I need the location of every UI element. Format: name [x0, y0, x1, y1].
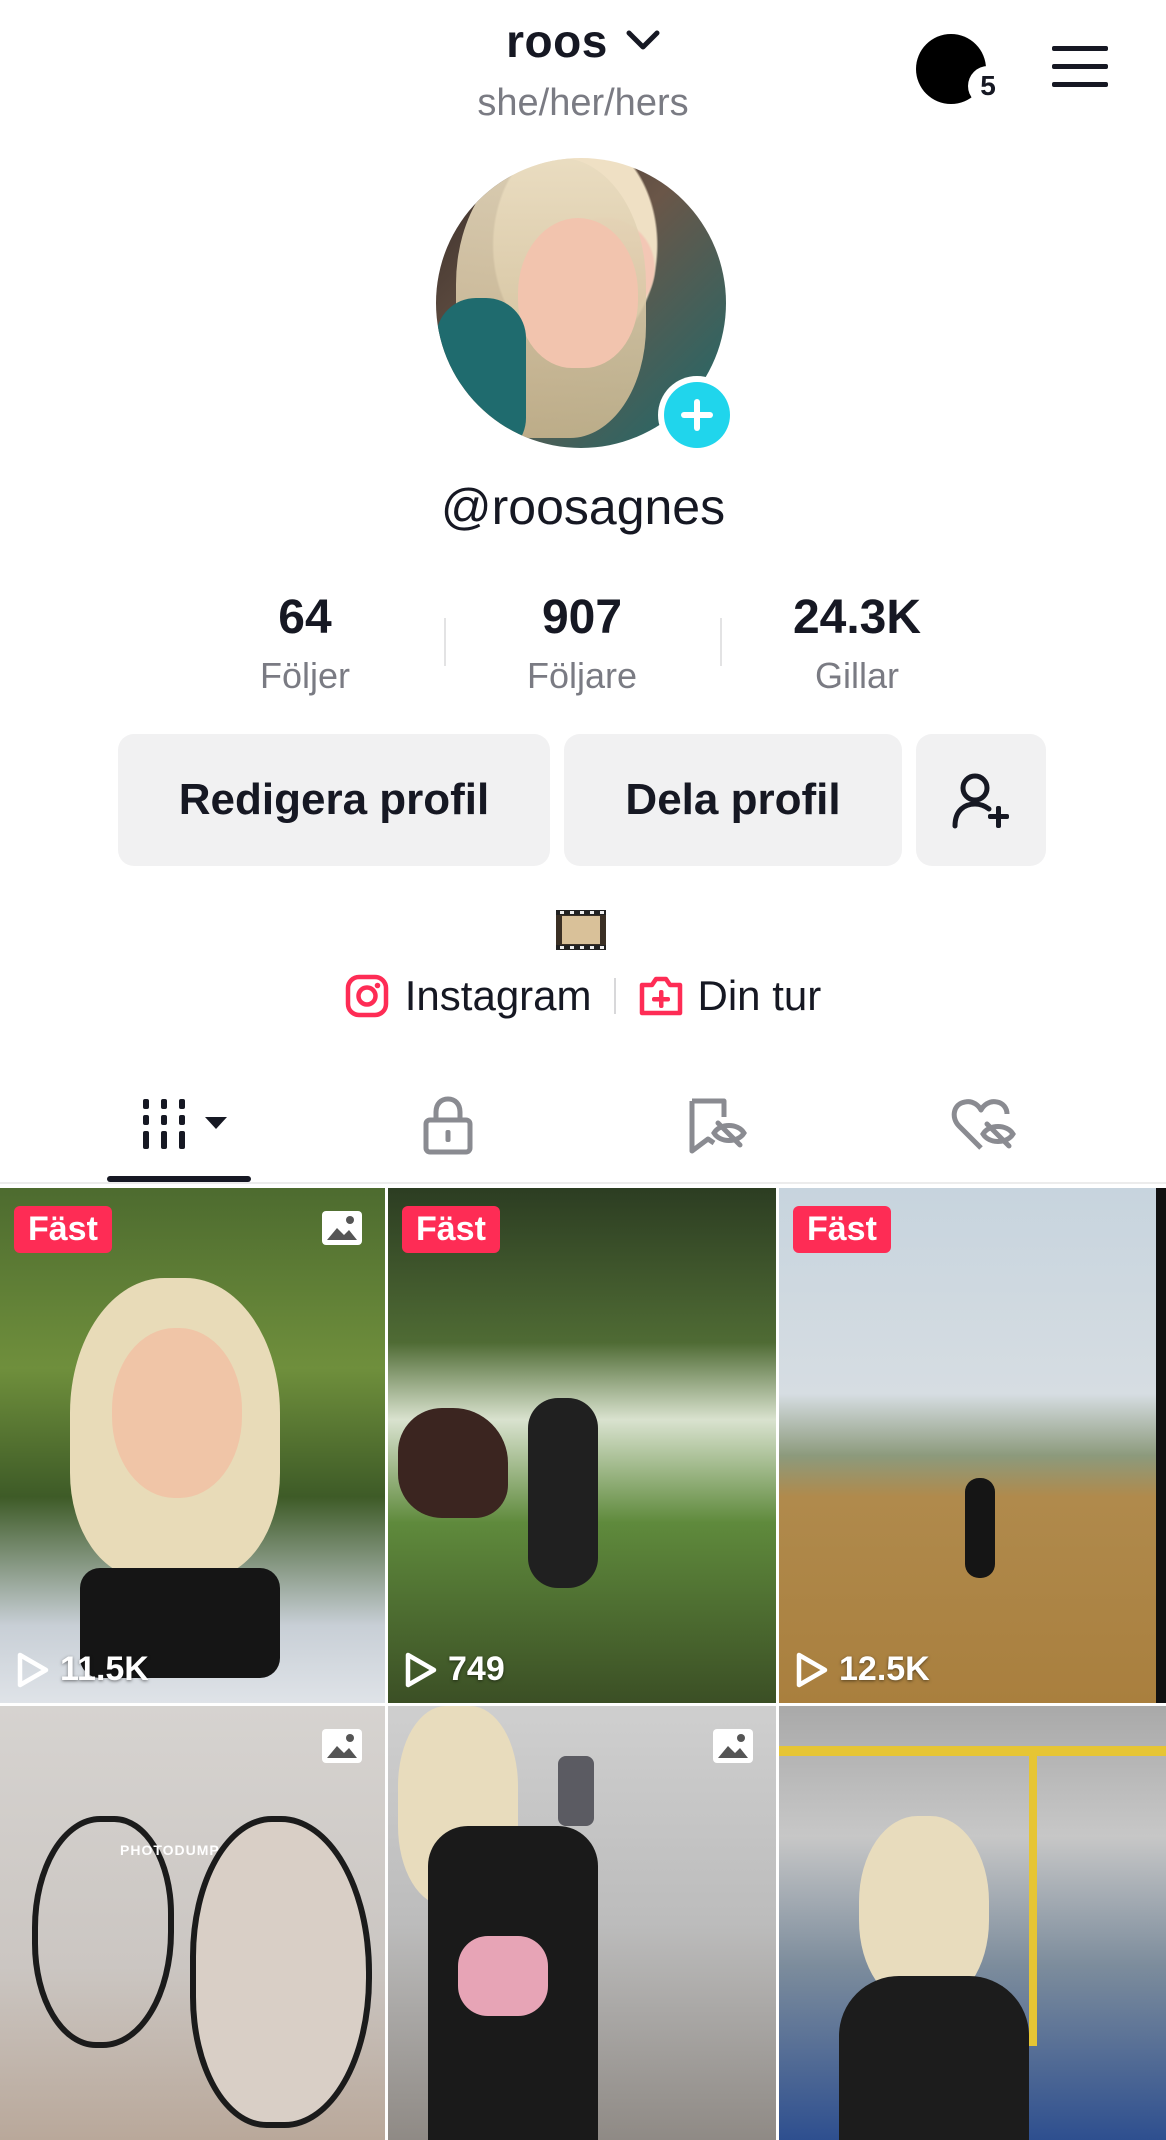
tab-private[interactable] [398, 1090, 498, 1160]
stat-value: 64 [278, 591, 332, 644]
add-post-icon [639, 976, 682, 1016]
stat-likes[interactable]: 24.3K Gillar [727, 590, 987, 697]
pinned-badge: Fäst [793, 1206, 891, 1253]
tab-videos[interactable] [130, 1090, 240, 1160]
video-tile[interactable]: Fäst 12.5K [779, 1188, 1166, 1703]
liked-hidden-icon [951, 1099, 1016, 1150]
video-tile[interactable] [779, 1706, 1166, 2140]
profile-links: Instagram Din tur [0, 972, 1166, 1020]
video-tile[interactable]: Fäst 11.5K [0, 1188, 385, 1703]
stat-following[interactable]: 64 Följer [175, 590, 435, 697]
photo-icon [322, 1729, 362, 1763]
view-count: 749 [402, 1650, 505, 1689]
chevron-down-icon [626, 24, 660, 58]
lock-icon [423, 1096, 473, 1155]
stat-label: Följer [259, 655, 351, 696]
stat-divider [720, 618, 722, 666]
menu-icon[interactable] [1050, 42, 1110, 92]
tabs-divider [0, 1182, 1166, 1184]
din-tur-label: Din tur [697, 972, 822, 1019]
video-tile[interactable]: Fäst 749 [388, 1188, 776, 1703]
stat-label: Följare [526, 655, 638, 696]
edit-profile-button[interactable]: Redigera profil [118, 734, 550, 866]
stat-value: 24.3K [792, 591, 922, 644]
photo-icon [322, 1211, 362, 1245]
view-count-label: 12.5K [839, 1650, 930, 1688]
instagram-label: Instagram [404, 972, 592, 1019]
view-count: 11.5K [14, 1650, 149, 1689]
username-title: roos [506, 15, 608, 67]
photo-tile[interactable] [388, 1706, 776, 2140]
grid-icon [143, 1099, 227, 1149]
play-icon [796, 1652, 828, 1687]
stat-label: Gillar [814, 655, 899, 696]
add-user-icon [952, 773, 1009, 829]
plus-icon [664, 382, 730, 448]
links-divider [613, 978, 616, 1014]
profile-handle: @roosagnes [440, 479, 726, 535]
add-friends-button[interactable] [916, 734, 1046, 866]
saved-hidden-icon [689, 1098, 747, 1154]
view-count-label: 749 [448, 1650, 505, 1688]
play-icon [17, 1652, 49, 1687]
add-story-button[interactable] [658, 376, 736, 454]
instagram-icon [345, 974, 389, 1018]
din-tur-link[interactable]: Din tur [638, 972, 822, 1020]
photo-tile[interactable]: PHOTODUMP [0, 1706, 385, 2140]
notification-count: 5 [968, 66, 1008, 106]
stat-divider [444, 618, 446, 666]
notification-avatar[interactable]: 5 [912, 30, 1008, 108]
pinned-badge: Fäst [14, 1206, 112, 1253]
instagram-link[interactable]: Instagram [345, 972, 592, 1020]
tab-saved[interactable] [666, 1090, 766, 1160]
play-icon [405, 1652, 437, 1687]
tab-liked[interactable] [934, 1090, 1034, 1160]
stat-value: 907 [541, 591, 623, 644]
account-switcher[interactable]: roos [0, 14, 1166, 68]
photo-icon [713, 1729, 753, 1763]
stat-followers[interactable]: 907 Följare [452, 590, 712, 697]
photodump-text: PHOTODUMP [120, 1842, 220, 1858]
pinned-badge: Fäst [402, 1206, 500, 1253]
share-profile-button[interactable]: Dela profil [564, 734, 902, 866]
view-count: 12.5K [793, 1650, 930, 1689]
view-count-label: 11.5K [60, 1650, 149, 1688]
film-strip-emoji [554, 904, 608, 956]
